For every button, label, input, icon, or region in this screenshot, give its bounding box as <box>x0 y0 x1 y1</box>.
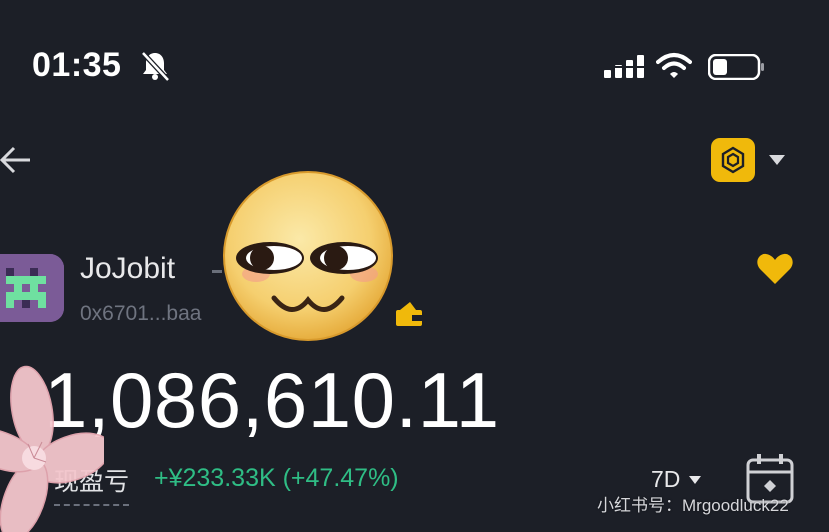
total-balance: 1,086,610.11 <box>44 356 500 444</box>
avatar <box>0 254 64 322</box>
wallet-name: JoJobit <box>80 252 176 285</box>
status-time: 01:35 <box>32 46 122 84</box>
chevron-down-icon <box>689 475 702 484</box>
pink-flower-sticker <box>0 365 104 532</box>
wifi-icon <box>656 53 692 78</box>
cellular-signal-icon <box>603 55 647 78</box>
bnb-chain-icon <box>721 146 745 174</box>
wallet-detail-screen: 01:35 JoJobit 0x6701...baa 1,086,610.11 … <box>0 0 829 532</box>
period-label: 7D <box>651 466 681 492</box>
watermark: 小红书号：Mrgoodluck22 <box>597 496 789 515</box>
back-arrow-icon[interactable] <box>0 144 30 176</box>
smirking-face-emoji <box>223 171 393 341</box>
avatar-pixel-art <box>0 254 64 322</box>
battery-icon <box>708 54 764 80</box>
bnb-chain-button[interactable] <box>711 138 755 182</box>
bell-off-icon <box>141 51 170 82</box>
heart-icon[interactable] <box>756 252 794 286</box>
pnl-value: +¥233.33K (+47.47%) <box>154 464 399 492</box>
period-selector[interactable]: 7D <box>651 466 702 493</box>
chevron-down-icon[interactable] <box>768 154 786 166</box>
wallet-address[interactable]: 0x6701...baa <box>80 302 201 326</box>
